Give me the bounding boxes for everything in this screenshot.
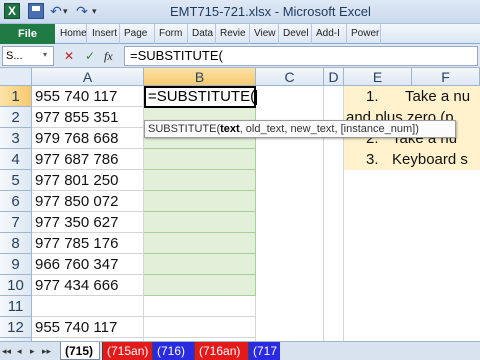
enter-icon[interactable]: ✓ bbox=[85, 48, 95, 64]
row-header-8[interactable]: 8 bbox=[0, 233, 32, 254]
name-box-dropdown-icon[interactable]: ▾ bbox=[43, 46, 47, 64]
cell-a11[interactable] bbox=[32, 296, 144, 317]
cell-a1[interactable]: 955 740 117 bbox=[32, 86, 144, 107]
tooltip-current-argument[interactable]: text bbox=[220, 123, 240, 135]
column-header-a[interactable]: A bbox=[32, 68, 144, 86]
undo-dropdown-icon[interactable]: ▾ bbox=[63, 3, 68, 19]
ribbon-tabs: File Home Insert Page Form Data Revie Vi… bbox=[0, 24, 480, 44]
active-cell-b1[interactable]: =SUBSTITUTE( bbox=[144, 86, 258, 108]
note-3-text: Keyboard s bbox=[392, 151, 468, 168]
row-header-2[interactable]: 2 bbox=[0, 107, 32, 128]
function-tooltip[interactable]: SUBSTITUTE(text, old_text, new_text, [in… bbox=[144, 120, 456, 138]
row-header-10[interactable]: 10 bbox=[0, 275, 32, 296]
cell-b12[interactable] bbox=[144, 317, 256, 338]
sheet-tab-715an[interactable]: (715an) bbox=[102, 342, 152, 360]
window-title: EMT715-721.xlsx - Microsoft Excel bbox=[170, 4, 371, 19]
tab-page-layout[interactable]: Page bbox=[121, 24, 155, 44]
insert-function-icon[interactable]: fx bbox=[104, 48, 113, 64]
column-header-e[interactable]: E bbox=[344, 68, 412, 86]
note-1-text: Take a nu bbox=[405, 88, 471, 105]
cell-b9[interactable] bbox=[144, 254, 256, 275]
cell-b11[interactable] bbox=[144, 296, 256, 317]
row-header-11[interactable]: 11 bbox=[0, 296, 32, 317]
cell-a5[interactable]: 977 801 250 bbox=[32, 170, 144, 191]
customize-toolbar-icon[interactable]: ▾ bbox=[92, 3, 97, 19]
cell-b5[interactable] bbox=[144, 170, 256, 191]
active-cell-text: =SUBSTITUTE( bbox=[148, 88, 256, 105]
formula-bar: S... ▾ ✕ ✓ fx =SUBSTITUTE( bbox=[0, 44, 480, 68]
formula-input[interactable]: =SUBSTITUTE( bbox=[124, 46, 478, 66]
row-header-1[interactable]: 1 bbox=[0, 86, 32, 107]
tab-review[interactable]: Revie bbox=[217, 24, 250, 44]
note-3-number: 3. bbox=[366, 151, 379, 168]
sheet-tab-715[interactable]: (715) bbox=[60, 342, 100, 360]
sheet-tab-717[interactable]: (717 bbox=[248, 342, 280, 360]
cell-b4[interactable] bbox=[144, 149, 256, 170]
note-1-number: 1. bbox=[366, 88, 379, 105]
redo-icon[interactable]: ↷ bbox=[74, 3, 90, 19]
tab-data[interactable]: Data bbox=[189, 24, 216, 44]
tab-developer[interactable]: Devel bbox=[280, 24, 312, 44]
tab-file[interactable]: File bbox=[0, 24, 55, 44]
cell-b8[interactable] bbox=[144, 233, 256, 254]
cell-b7[interactable] bbox=[144, 212, 256, 233]
cell-a6[interactable]: 977 850 072 bbox=[32, 191, 144, 212]
cell-a4[interactable]: 977 687 786 bbox=[32, 149, 144, 170]
undo-icon[interactable]: ↶ bbox=[48, 3, 64, 19]
excel-app-icon[interactable]: X bbox=[4, 3, 20, 19]
first-sheet-icon[interactable]: ◂◂ bbox=[2, 345, 11, 357]
row-header-6[interactable]: 6 bbox=[0, 191, 32, 212]
tooltip-optional-argument: [instance_num] bbox=[340, 123, 416, 135]
cell-a9[interactable]: 966 760 347 bbox=[32, 254, 144, 275]
row-header-4[interactable]: 4 bbox=[0, 149, 32, 170]
tab-power[interactable]: Power bbox=[348, 24, 381, 44]
select-all-corner[interactable] bbox=[0, 68, 32, 86]
row-header-7[interactable]: 7 bbox=[0, 212, 32, 233]
sheet-tab-716[interactable]: (716) bbox=[152, 342, 194, 360]
sheet-tab-bar: ◂◂ ◂ ▸ ▸▸ (715) (715an) (716) (716an) (7… bbox=[0, 341, 480, 360]
previous-sheet-icon[interactable]: ◂ bbox=[17, 345, 22, 357]
column-header-c[interactable]: C bbox=[256, 68, 324, 86]
worksheet-grid[interactable]: A B C D E F 1 2 3 4 5 6 7 8 9 10 11 12 1… bbox=[0, 68, 480, 341]
sheet-tab-716an[interactable]: (716an) bbox=[194, 342, 248, 360]
tooltip-function-name[interactable]: SUBSTITUTE( bbox=[148, 123, 220, 135]
tab-home[interactable]: Home bbox=[57, 24, 87, 44]
column-header-b[interactable]: B bbox=[144, 68, 256, 86]
row-header-5[interactable]: 5 bbox=[0, 170, 32, 191]
tooltip-other-arguments: , old_text, new_text, bbox=[239, 123, 341, 135]
cell-a10[interactable]: 977 434 666 bbox=[32, 275, 144, 296]
tab-view[interactable]: View bbox=[251, 24, 279, 44]
cell-a8[interactable]: 977 785 176 bbox=[32, 233, 144, 254]
cancel-icon[interactable]: ✕ bbox=[64, 48, 74, 64]
row-header-9[interactable]: 9 bbox=[0, 254, 32, 275]
column-header-d[interactable]: D bbox=[324, 68, 344, 86]
cell-a12[interactable]: 955 740 117 bbox=[32, 317, 144, 338]
cell-a2[interactable]: 977 855 351 bbox=[32, 107, 144, 128]
next-sheet-icon[interactable]: ▸ bbox=[30, 345, 35, 357]
cell-b10[interactable] bbox=[144, 275, 256, 296]
tab-add-ins[interactable]: Add-I bbox=[313, 24, 347, 44]
text-cursor bbox=[256, 89, 258, 105]
tab-formulas[interactable]: Form bbox=[156, 24, 188, 44]
cell-b6[interactable] bbox=[144, 191, 256, 212]
title-bar: X ↶ ▾ ↷ ▾ EMT715-721.xlsx - Microsoft Ex… bbox=[0, 0, 480, 24]
last-sheet-icon[interactable]: ▸▸ bbox=[42, 345, 51, 357]
tab-insert[interactable]: Insert bbox=[89, 24, 120, 44]
tooltip-close-paren: ) bbox=[415, 123, 419, 135]
cell-a7[interactable]: 977 350 627 bbox=[32, 212, 144, 233]
save-icon[interactable] bbox=[28, 3, 44, 19]
row-header-3[interactable]: 3 bbox=[0, 128, 32, 149]
row-header-12[interactable]: 12 bbox=[0, 317, 32, 338]
column-header-f[interactable]: F bbox=[412, 68, 480, 86]
cell-a3[interactable]: 979 768 668 bbox=[32, 128, 144, 149]
